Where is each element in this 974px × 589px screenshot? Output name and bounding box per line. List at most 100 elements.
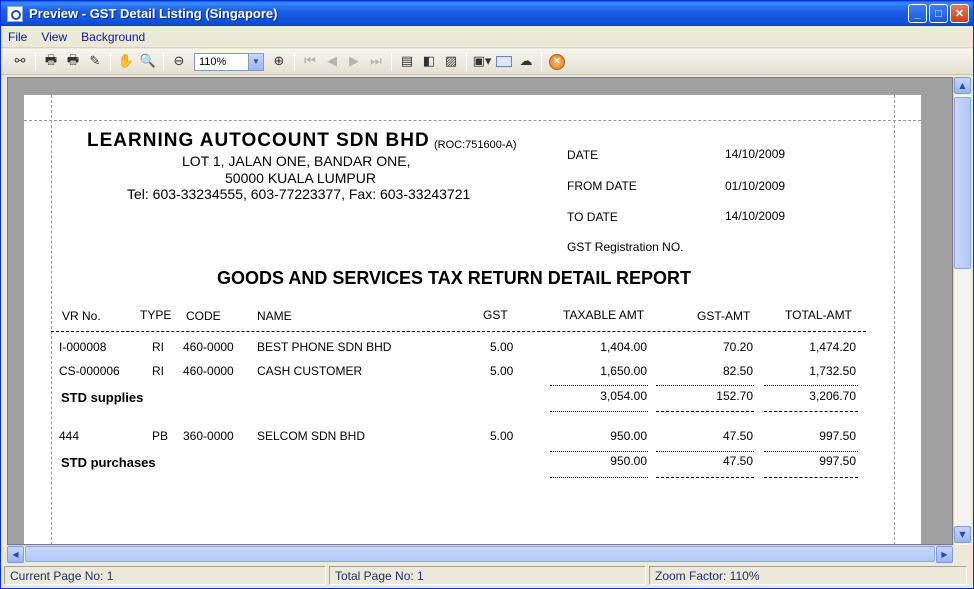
from-date-label: FROM DATE	[567, 179, 637, 193]
horizontal-scrollbar[interactable]: ◀ ▶	[7, 545, 953, 563]
print-setup-icon[interactable]: 🖶	[40, 51, 62, 73]
table-row-3-taxable: 950.00	[610, 429, 647, 443]
preview-app-icon	[7, 5, 23, 22]
watermark-icon[interactable]: ▨	[440, 51, 462, 73]
horizontal-scroll-thumb[interactable]	[25, 546, 935, 562]
hand-tool-icon[interactable]: ✋	[115, 51, 137, 73]
table-row-3-name: SELCOM SDN BHD	[257, 429, 366, 443]
table-row-3-vr: 444	[59, 429, 80, 443]
next-page-icon[interactable]: ▶	[343, 51, 365, 73]
col-gst: GST	[483, 308, 508, 322]
menu-file[interactable]: File	[1, 30, 34, 44]
table-row-1-code: 460-0000	[183, 340, 234, 354]
col-code: CODE	[186, 309, 221, 323]
zoom-value: 110%	[199, 55, 227, 68]
col-taxable-amt: TAXABLE AMT	[563, 308, 645, 322]
table-row-3-gst: 5.00	[490, 429, 514, 443]
toolbar: ⚯ 🖶 🖶 ✎ ✋ 🔍 ⊖ 110% ▼ ⊕ ⏮ ◀ ▶ ⏭ ▤ ◧ ▨ ▣▾ …	[1, 49, 973, 75]
subtotal-std-supplies-label: STD supplies	[61, 390, 144, 405]
table-row-3-total: 997.50	[819, 429, 856, 443]
table-row-1-total: 1,474.20	[809, 340, 856, 354]
subtotal-std-purchases-gst: 47.50	[722, 454, 753, 468]
title-bar[interactable]: Preview - GST Detail Listing (Singapore)…	[1, 1, 973, 26]
company-contact: Tel: 603-33234555, 603-77223377, Fax: 60…	[127, 186, 471, 202]
page-setup-icon[interactable]: ✎	[84, 51, 106, 73]
subtotal-std-supplies-gst: 152.70	[716, 389, 753, 403]
report-page: LEARNING AUTOCOUNT SDN BHD (ROC:751600-A…	[24, 95, 921, 544]
table-row-2-name: CASH CUSTOMER	[257, 364, 363, 378]
magnifier-icon[interactable]: 🔍	[137, 51, 159, 73]
scroll-up-icon[interactable]: ▲	[954, 77, 971, 94]
table-row-2-code: 460-0000	[183, 364, 234, 378]
table-row-3-code: 360-0000	[183, 429, 234, 443]
col-total-amt: TOTAL-AMT	[785, 308, 852, 322]
close-preview-icon[interactable]: ✕	[546, 51, 568, 73]
menu-background[interactable]: Background	[74, 30, 152, 44]
gst-registration-label: GST Registration NO.	[567, 240, 684, 254]
table-row-3-type: PB	[152, 429, 169, 443]
export-icon[interactable]: ▣▾	[471, 51, 493, 73]
preview-window: Preview - GST Detail Listing (Singapore)…	[0, 0, 974, 589]
table-row-1-name: BEST PHONE SDN BHD	[257, 340, 392, 354]
subtotal-std-purchases-label: STD purchases	[61, 455, 156, 470]
from-date-value: 01/10/2009	[725, 179, 786, 193]
chevron-down-icon[interactable]: ▼	[248, 53, 263, 70]
zoom-in-icon[interactable]: ⊕	[268, 51, 290, 73]
minimize-button[interactable]: _	[908, 4, 927, 23]
zoom-select[interactable]: 110% ▼	[194, 52, 264, 71]
table-row-2-gst-amt: 82.50	[722, 364, 753, 378]
subtotal-std-supplies-taxable: 3,054.00	[600, 389, 647, 403]
to-date-value: 14/10/2009	[725, 209, 786, 223]
preview-area[interactable]: LEARNING AUTOCOUNT SDN BHD (ROC:751600-A…	[7, 77, 953, 545]
company-address-1: LOT 1, JALAN ONE, BANDAR ONE,	[182, 153, 411, 169]
date-value: 14/10/2009	[725, 147, 786, 161]
subtotal-std-supplies-total: 3,206.70	[809, 389, 856, 403]
zoom-out-icon[interactable]: ⊖	[168, 51, 190, 73]
status-total-page: Total Page No: 1	[329, 566, 646, 585]
table-row-1-gst-amt: 70.20	[722, 340, 753, 354]
menu-bar: File View Background	[1, 26, 973, 48]
scroll-down-icon[interactable]: ▼	[954, 526, 971, 543]
export-document-icon[interactable]: ☁	[515, 51, 537, 73]
find-binoculars-icon[interactable]: ⚯	[9, 51, 31, 73]
status-current-page: Current Page No: 1	[4, 566, 326, 585]
status-zoom-factor: Zoom Factor: 110%	[649, 566, 967, 585]
table-row-3-gst-amt: 47.50	[722, 429, 753, 443]
col-gst-amt: GST-AMT	[697, 309, 751, 323]
table-row-1-vr: I-000008	[59, 340, 107, 354]
first-page-icon[interactable]: ⏮	[299, 51, 321, 73]
report-title: GOODS AND SERVICES TAX RETURN DETAIL REP…	[217, 268, 692, 288]
previous-page-icon[interactable]: ◀	[321, 51, 343, 73]
menu-view[interactable]: View	[34, 30, 74, 44]
close-button[interactable]: ✕	[950, 4, 969, 23]
col-type: TYPE	[140, 308, 172, 322]
table-row-2-gst: 5.00	[490, 364, 514, 378]
table-row-2-type: RI	[152, 364, 164, 378]
to-date-label: TO DATE	[567, 210, 618, 224]
window-title: Preview - GST Detail Listing (Singapore)	[29, 6, 278, 21]
table-row-1-taxable: 1,404.00	[600, 340, 647, 354]
company-name: LEARNING AUTOCOUNT SDN BHD	[87, 130, 430, 151]
table-row-1-type: RI	[152, 340, 164, 354]
table-row-1-gst: 5.00	[490, 340, 514, 354]
date-label: DATE	[567, 148, 599, 162]
last-page-icon[interactable]: ⏭	[365, 51, 387, 73]
col-vr-no: VR No.	[62, 309, 101, 323]
company-roc: (ROC:751600-A)	[434, 139, 517, 151]
vertical-scroll-thumb[interactable]	[954, 97, 971, 269]
col-name: NAME	[257, 309, 292, 323]
company-address-2: 50000 KUALA LUMPUR	[225, 170, 376, 186]
multiple-pages-icon[interactable]: ▤	[396, 51, 418, 73]
table-row-2-total: 1,732.50	[809, 364, 856, 378]
table-row-2-vr: CS-000006	[59, 364, 120, 378]
email-icon[interactable]	[493, 51, 515, 73]
scroll-right-icon[interactable]: ▶	[936, 546, 953, 563]
scroll-left-icon[interactable]: ◀	[7, 546, 24, 563]
maximize-button[interactable]: □	[929, 4, 948, 23]
subtotal-std-purchases-taxable: 950.00	[610, 454, 647, 468]
vertical-scrollbar[interactable]: ▲ ▼	[953, 77, 971, 545]
subtotal-std-purchases-total: 997.50	[819, 454, 856, 468]
table-row-2-taxable: 1,650.00	[600, 364, 647, 378]
background-color-icon[interactable]: ◧	[418, 51, 440, 73]
print-icon[interactable]: 🖶	[62, 51, 84, 73]
